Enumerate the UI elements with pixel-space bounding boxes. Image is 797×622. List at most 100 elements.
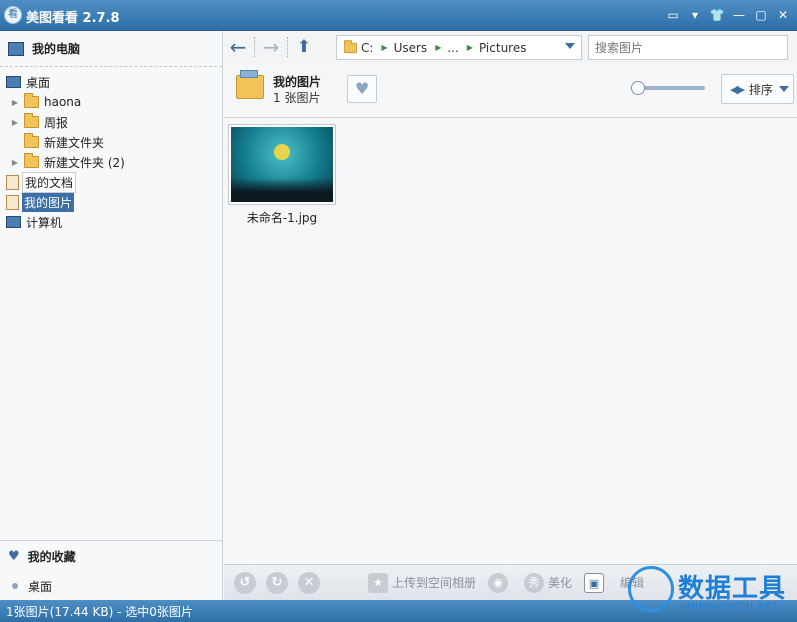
minimize-icon[interactable]: — [731,7,747,23]
current-folder-name: 我的图片 [273,75,322,89]
tree-item-label: 计算机 [26,215,63,230]
watermark-logo: 数据工具 JIHUOGONGJU.NET [628,560,794,616]
heart-icon: ♥ [8,548,20,564]
document-icon [6,174,19,190]
favorite-item-desktop[interactable]: 桌面 [0,575,222,597]
favorites-section: ♥ 我的收藏 桌面 [0,540,222,600]
tree-item-weekly[interactable]: ▶ 周报 [0,112,222,132]
crumb-label: ... [447,40,459,55]
watermark-title: 数据工具 [678,574,787,604]
crumb-users[interactable]: ▶ Users [373,41,427,55]
favorite-button[interactable]: ♥ [347,75,377,103]
beautify-label: 美化 [548,576,573,590]
tree-item-label: 新建文件夹 (2) [44,155,125,170]
favorites-label: 我的收藏 [27,549,76,564]
skin-icon[interactable]: 👕 [709,7,725,23]
back-icon[interactable]: ← [224,33,252,61]
monitor-icon [8,41,24,56]
image-count: 1 张图片 [273,91,321,105]
crumb-arrow-icon: ▶ [435,43,442,52]
menu-icon[interactable]: ▾ [687,7,703,23]
slideshow-button[interactable]: ▣ [584,572,608,593]
pictures-icon [6,194,19,210]
computer-icon [6,216,21,228]
sidebar: 我的电脑 桌面 ▶ haona ▶ 周报 新建文件夹 ▶ 新建文件夹 (2) 我… [0,31,223,600]
title-bar: 看 美图看看 2.7.8 ▭ ▾ 👕 — ▢ ✕ [0,0,797,31]
address-dropdown-icon[interactable] [565,43,575,49]
folder-icon [24,93,39,108]
tree-item-label: 我的图片 [22,192,75,212]
main-panel: ← → ⬆ C: ▶ Users ▶... ▶ Pictures 我的图片 1 张图… [224,31,797,600]
chevron-down-icon [778,86,789,92]
chat-icon[interactable]: ▭ [665,7,681,23]
weibo-button[interactable]: ◉ [488,572,512,593]
crumb-arrow-icon: ▶ [381,43,388,52]
tree-item-label: 新建文件夹 [44,135,105,150]
tree-item-new-folder-2[interactable]: ▶ 新建文件夹 (2) [0,152,222,172]
folder-tree: 桌面 ▶ haona ▶ 周报 新建文件夹 ▶ 新建文件夹 (2) 我的文档 我… [0,67,222,232]
bullet-icon [12,583,18,589]
sort-label: 排序 [748,82,773,97]
beautify-icon: 秀 [524,572,545,593]
expand-arrow-icon[interactable]: ▶ [10,158,20,167]
favorites-header[interactable]: ♥ 我的收藏 [0,541,222,571]
crowd-silhouette [231,178,333,202]
search-input[interactable] [588,35,788,60]
image-thumbnail[interactable] [228,124,336,205]
divider [287,37,288,57]
crumb-label: Users [393,40,428,55]
crumb-pictures[interactable]: ▶ Pictures [459,41,527,55]
tree-item-label: 桌面 [26,75,51,90]
divider [254,37,255,57]
rotate-left-icon[interactable]: ↺ [234,571,256,594]
folder-icon [24,153,39,168]
address-bar[interactable]: C: ▶ Users ▶... ▶ Pictures [336,35,582,60]
file-name[interactable]: 未命名-1.jpg [228,209,336,226]
sort-button[interactable]: ◀▶ 排序 [721,74,794,104]
folder-info-bar: 我的图片 1 张图片 ♥ [224,63,797,118]
crumb-ellipsis[interactable]: ▶... [427,41,459,55]
tree-item-my-documents[interactable]: 我的文档 [0,171,222,193]
window-title: 美图看看 2.7.8 [26,11,120,26]
star-icon: ★ [368,572,388,593]
beautify-button[interactable]: 秀 美化 [524,572,573,593]
crumb-label: Pictures [478,40,527,55]
forward-icon[interactable]: → [257,33,285,61]
tree-item-haona[interactable]: ▶ haona [0,92,222,112]
folder-icon [24,133,39,148]
upload-album-button[interactable]: ★ 上传到空间相册 [368,572,477,593]
weibo-icon: ◉ [488,572,509,593]
app-logo-icon: 看 [4,6,22,24]
sort-icon: ◀▶ [730,82,745,96]
up-folder-icon[interactable]: ⬆ [290,33,318,61]
folder-icon [344,39,357,53]
crumb-drive[interactable]: C: [361,41,373,55]
upload-label: 上传到空间相册 [392,576,477,590]
tree-item-computer[interactable]: 计算机 [0,212,222,232]
expand-arrow-icon[interactable]: ▶ [10,98,20,107]
close-icon[interactable]: ✕ [775,7,791,23]
favorite-label: 桌面 [28,579,53,594]
tree-item-label: 我的文档 [22,171,77,193]
thumbnail-image [231,127,333,202]
desktop-icon [6,76,21,88]
crumb-arrow-icon: ▶ [466,43,473,52]
maximize-icon[interactable]: ▢ [753,7,769,23]
tree-item-desktop[interactable]: 桌面 [0,72,222,92]
tree-item-my-pictures[interactable]: 我的图片 [0,192,222,212]
watermark-icon [628,566,674,612]
delete-icon[interactable]: ✕ [298,571,320,594]
tree-item-label: haona [44,95,82,109]
slideshow-icon: ▣ [584,572,605,593]
tree-item-label: 周报 [44,115,69,130]
expand-arrow-icon[interactable]: ▶ [10,118,20,127]
tree-item-new-folder[interactable]: 新建文件夹 [0,132,222,152]
rotate-right-icon[interactable]: ↻ [266,571,288,594]
crumb-label: C: [361,40,374,55]
thumbnail-area: 未命名-1.jpg [224,119,797,564]
watermark-url: JIHUOGONGJU.NET [680,602,779,612]
folder-icon [24,113,39,128]
my-computer-header[interactable]: 我的电脑 [0,31,222,67]
pictures-folder-icon [236,70,264,99]
my-computer-label: 我的电脑 [32,42,81,56]
